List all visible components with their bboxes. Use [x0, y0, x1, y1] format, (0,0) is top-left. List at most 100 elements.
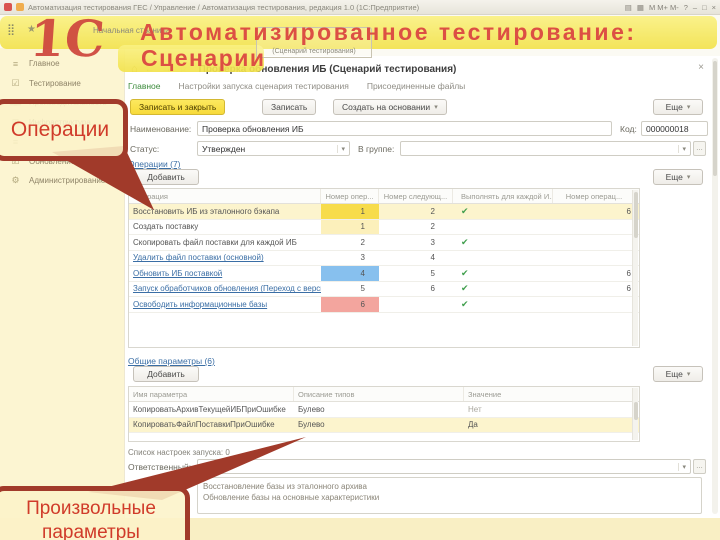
operation-number-cell: 1 [321, 204, 379, 219]
column-header[interactable]: Номер опер... [321, 189, 379, 203]
gear-icon: ⚙ [11, 175, 20, 186]
app-icon-2 [16, 3, 24, 11]
responsible-open-button[interactable]: … [693, 459, 706, 474]
parameter-row[interactable]: КопироватьФайлПоставкиПриОшибке Булево Да [129, 417, 639, 433]
operation-name-cell: Обновить ИБ поставкой [129, 266, 321, 281]
operation-number2-cell [553, 251, 639, 266]
apps-grid-icon[interactable]: ⣿ [7, 23, 15, 36]
comment-line: Восстановление базы из эталонного архива [203, 482, 367, 491]
parameters-body: КопироватьАрхивТекущейИБПриОшибке Булево Н… [129, 402, 639, 433]
form-scrollbar[interactable] [712, 58, 718, 514]
operation-name: Скопировать файл поставки для каждой ИБ [133, 237, 297, 247]
next-number-cell: 4 [430, 253, 435, 263]
run-for-each-cell: ✔ [453, 297, 553, 312]
code-label: Код: [620, 124, 637, 134]
menu-icon: ≡ [12, 58, 19, 69]
operation-row[interactable]: Обновить ИБ поставкой 4 5 ✔ 6 [129, 266, 639, 282]
operations-add-button[interactable]: Добавить [133, 169, 199, 185]
close-form-icon[interactable]: × [698, 62, 704, 73]
more-button-top[interactable]: Еще ▾ [653, 99, 703, 115]
parameters-table: Имя параметра Описание типов Значение Ко… [128, 386, 640, 442]
operation-row[interactable]: Скопировать файл поставки для каждой ИБ 2… [129, 235, 639, 251]
close-window-button[interactable]: × [712, 3, 716, 12]
chevron-down-icon: ▾ [678, 144, 686, 153]
comment-line: Обновление базы на основные характеристи… [203, 493, 380, 502]
column-header[interactable]: Имя параметра [129, 387, 294, 401]
tab-main[interactable]: Главное [128, 81, 160, 91]
run-for-each-cell: ✔ [453, 235, 553, 250]
parameters-scrollbar[interactable] [632, 388, 638, 440]
run-for-each-cell [453, 220, 553, 235]
operation-number-cell: 6 [321, 297, 379, 312]
parameters-section-link[interactable]: Общие параметры (6) [128, 356, 215, 366]
operation-name-cell: Восстановить ИБ из эталонного бэкапа [129, 204, 321, 219]
window-title: Автоматизация тестирования ГЕС / Управле… [28, 2, 420, 12]
comment-textarea[interactable]: Восстановление базы из эталонного архива… [197, 477, 702, 514]
launch-settings-count: Список настроек запуска: 0 [128, 448, 230, 457]
operations-scrollbar[interactable] [632, 190, 638, 346]
scrollbar-thumb[interactable] [634, 192, 638, 238]
scrollbar-thumb[interactable] [713, 61, 717, 176]
help-button[interactable]: ? [684, 3, 688, 12]
operation-row[interactable]: Освободить информационные базы 6 ✔ [129, 297, 639, 313]
column-header[interactable]: Номер операц... [553, 189, 639, 203]
checkmark-icon: ✔ [461, 267, 469, 278]
column-header[interactable]: Описание типов [294, 387, 464, 401]
column-header[interactable]: Значение [464, 387, 639, 401]
callout-operations: Операции [0, 99, 128, 161]
code-input[interactable] [641, 121, 708, 136]
tab-attached-files[interactable]: Присоединенные файлы [367, 81, 465, 91]
create-based-on-button[interactable]: Создать на основании ▾ [333, 99, 447, 115]
operation-name: Создать поставку [133, 222, 199, 232]
parameters-add-button[interactable]: Добавить [133, 366, 199, 382]
status-select[interactable]: Утвержден ▾ [197, 141, 350, 156]
responsible-select[interactable]: ▾ [197, 459, 691, 474]
run-for-each-cell [453, 251, 553, 266]
sidebar-item[interactable]: ☑ Тестирование [0, 74, 124, 94]
column-header[interactable]: Выполнять для каждой И... [453, 189, 553, 203]
scale-mode-buttons[interactable]: M M+ M- [649, 3, 679, 12]
minimize-button[interactable]: – [693, 3, 697, 12]
form-tabs: Главное Настройки запуска сценария тести… [128, 81, 465, 91]
operations-header: Операция Номер опер... Номер следующ... … [129, 189, 639, 204]
operation-name[interactable]: Освободить информационные базы [133, 300, 267, 309]
operation-number-cell: 3 [360, 253, 365, 263]
tab-launch-settings[interactable]: Настройки запуска сценария тестирования [178, 81, 348, 91]
parameter-name-cell: КопироватьАрхивТекущейИБПриОшибке [133, 404, 286, 414]
group-select[interactable]: ▾ [400, 141, 691, 156]
operation-name: Восстановить ИБ из эталонного бэкапа [133, 206, 280, 216]
operation-name-cell: Освободить информационные базы [129, 297, 321, 312]
column-header[interactable]: Операция [129, 189, 321, 203]
operation-number-cell: 1 [321, 219, 379, 234]
maximize-button[interactable]: □ [702, 3, 707, 12]
parameter-value-cell: Да [468, 420, 478, 430]
panel-icon-2[interactable]: ▦ [637, 3, 644, 12]
save-button[interactable]: Записать [262, 99, 317, 115]
status-label: Статус: [130, 144, 160, 154]
column-header[interactable]: Номер следующ... [379, 189, 453, 203]
scrollbar-thumb[interactable] [634, 402, 638, 420]
operation-row[interactable]: Удалить файл поставки (основной) 3 4 [129, 251, 639, 266]
operation-number-cell: 4 [321, 266, 379, 281]
sidebar-item[interactable]: ⚙ Администрирование [0, 171, 124, 191]
group-open-button[interactable]: … [693, 141, 706, 156]
save-and-close-button[interactable]: Записать и закрыть [130, 99, 226, 115]
operations-section-link[interactable]: Операции (7) [128, 159, 181, 169]
operation-name[interactable]: Удалить файл поставки (основной) [133, 253, 264, 262]
parameter-type-cell: Булево [298, 420, 325, 430]
operation-name[interactable]: Обновить ИБ поставкой [133, 269, 222, 278]
parameter-row[interactable]: КопироватьАрхивТекущейИБПриОшибке Булево Н… [129, 402, 639, 418]
panel-icon[interactable]: ▤ [625, 3, 632, 12]
form-main: ⌂ ← → ☆ Проверка обновления ИБ (Сценарий… [125, 56, 720, 518]
sidebar-item-label: Администрирование [29, 176, 106, 186]
slide-heading-line2: Сценарии [141, 45, 266, 71]
operation-name[interactable]: Запуск обработчиков обновления (Переход … [133, 284, 321, 293]
operation-row[interactable]: Запуск обработчиков обновления (Переход … [129, 282, 639, 297]
name-input[interactable] [197, 121, 612, 136]
operations-more-button[interactable]: Еще ▾ [653, 169, 703, 185]
operation-row[interactable]: Восстановить ИБ из эталонного бэкапа 1 2 ✔ 6 [129, 204, 639, 220]
operation-number2-cell [553, 297, 639, 312]
operation-row[interactable]: Создать поставку 1 2 [129, 219, 639, 235]
parameters-more-button[interactable]: Еще ▾ [653, 366, 703, 382]
slide-heading-line1: Автоматизированное тестирование: [140, 19, 637, 45]
